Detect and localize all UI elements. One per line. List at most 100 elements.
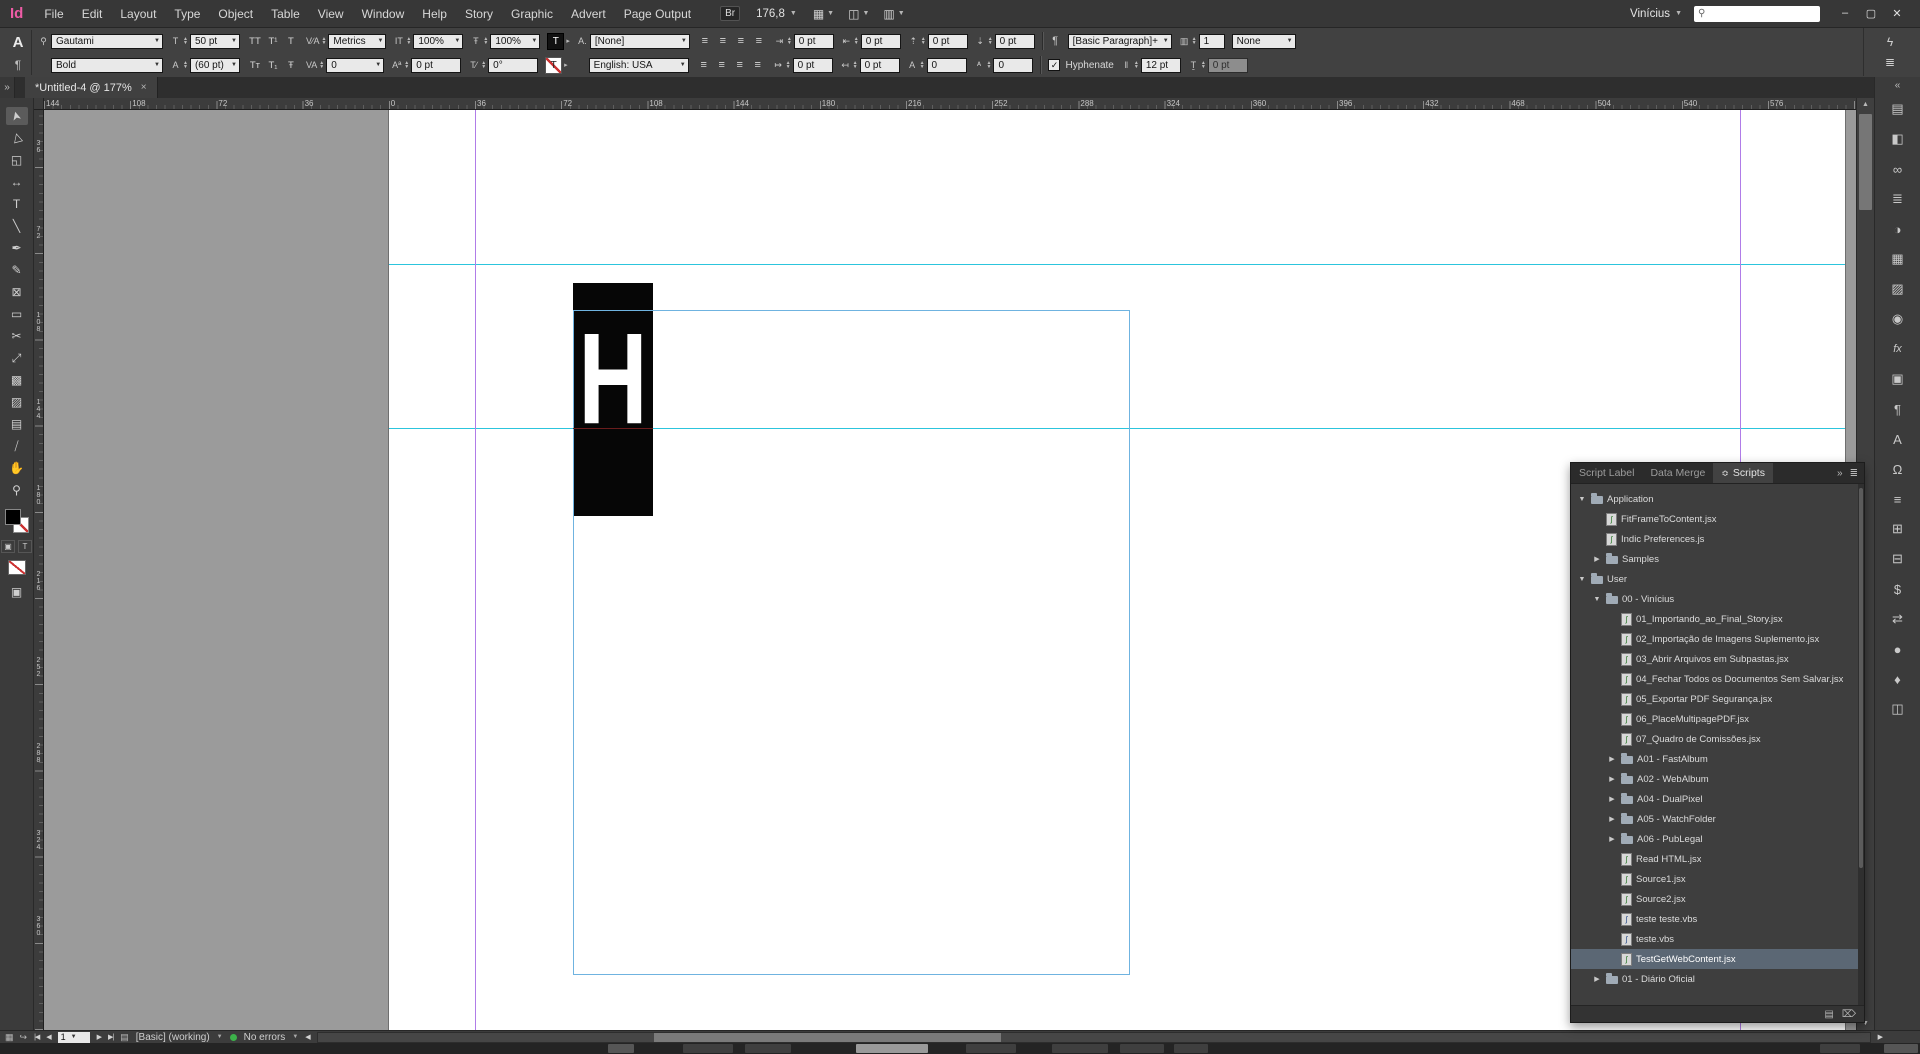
menu-page-output[interactable]: Page Output: [615, 0, 700, 28]
previous-page-button[interactable]: ◀: [46, 1033, 51, 1041]
cell-styles-panel-icon[interactable]: ⊟: [1883, 546, 1913, 572]
taskbar-button-2[interactable]: [745, 1044, 791, 1053]
expander-icon[interactable]: ▶: [1607, 775, 1617, 783]
data-merge-panel-icon[interactable]: ⇄: [1883, 606, 1913, 632]
paragraph-align-button-3[interactable]: ≡: [751, 33, 767, 49]
tree-item[interactable]: ʃ 05_Exportar PDF Segurança.jsx: [1571, 689, 1858, 709]
object-styles-panel-icon[interactable]: ▣: [1883, 366, 1913, 392]
scissors-tool[interactable]: ✂: [6, 327, 28, 345]
expander-icon[interactable]: ▶: [1607, 755, 1617, 763]
menu-type[interactable]: Type: [165, 0, 209, 28]
paragraph-align-button-0[interactable]: ≡: [697, 33, 713, 49]
paragraph-align-button-2[interactable]: ≡: [733, 33, 749, 49]
scroll-right-button[interactable]: ▶: [1878, 1033, 1883, 1041]
menu-advert[interactable]: Advert: [562, 0, 615, 28]
scroll-left-button[interactable]: ◀: [305, 1033, 310, 1041]
menu-help[interactable]: Help: [413, 0, 456, 28]
menu-object[interactable]: Object: [209, 0, 262, 28]
left-dock-expand-icon[interactable]: »: [0, 77, 15, 98]
last-line-indent-field[interactable]: 0 pt: [859, 57, 900, 73]
baseline-grid-field-stepper[interactable]: ▲ ▼: [1201, 61, 1206, 70]
tree-item[interactable]: ▶ 01 - Diário Oficial: [1571, 969, 1858, 989]
position-button-1[interactable]: T₁: [265, 57, 281, 73]
first-line-indent-field-stepper[interactable]: ▲ ▼: [786, 61, 791, 70]
kerning-select-stepper[interactable]: ▲ ▼: [321, 37, 326, 46]
space-after-field[interactable]: 0 pt: [994, 33, 1035, 49]
menu-layout[interactable]: Layout: [111, 0, 165, 28]
quick-apply-icon[interactable]: ϟ: [1887, 35, 1893, 49]
taskbar-button-5[interactable]: [1052, 1044, 1108, 1053]
taskbar-button-9[interactable]: [1884, 1044, 1918, 1053]
tab-data-merge[interactable]: Data Merge: [1642, 463, 1713, 483]
tags-panel-icon[interactable]: ♦: [1883, 666, 1913, 692]
text-stroke-color-button[interactable]: T ▸: [545, 56, 568, 74]
search-input[interactable]: [1709, 7, 1816, 20]
tree-item[interactable]: ʃ 06_PlaceMultipagePDF.jsx: [1571, 709, 1858, 729]
selection-tool[interactable]: ➤: [5, 107, 28, 125]
expander-icon[interactable]: ▶: [1607, 835, 1617, 843]
pages-panel-icon[interactable]: ▤: [1883, 96, 1913, 122]
menu-view[interactable]: View: [309, 0, 353, 28]
skew-field[interactable]: 0°: [488, 57, 539, 73]
arrange-documents-button[interactable]: ▥ ▼: [883, 7, 904, 21]
minimize-button[interactable]: –: [1832, 7, 1858, 20]
preflight-status-text[interactable]: No errors: [244, 1032, 286, 1043]
close-button[interactable]: ✕: [1884, 7, 1910, 20]
screen-mode-button[interactable]: ▣: [6, 583, 28, 601]
space-before-field-stepper[interactable]: ▲ ▼: [921, 37, 926, 46]
paragraph-align-button-1[interactable]: ≡: [715, 33, 731, 49]
direct-selection-tool[interactable]: ▷: [6, 129, 28, 147]
vertical-scale-field-stepper[interactable]: ▲ ▼: [406, 37, 411, 46]
fill-swatch[interactable]: [4, 509, 21, 525]
tree-item[interactable]: ▶ A05 - WatchFolder: [1571, 809, 1858, 829]
fill-color-swatch-icon[interactable]: T: [547, 32, 565, 50]
glyphs-panel-icon[interactable]: Ω: [1883, 456, 1913, 482]
expander-icon[interactable]: ▼: [1577, 576, 1587, 583]
info-panel-icon[interactable]: ◫: [1883, 696, 1913, 722]
document-tab[interactable]: *Untitled-4 @ 177% ×: [25, 77, 158, 98]
hand-tool[interactable]: ✋: [6, 459, 28, 477]
space-before-field[interactable]: 0 pt: [927, 33, 968, 49]
space-after-field-stepper[interactable]: ▲ ▼: [988, 37, 993, 46]
page-tool[interactable]: ◱: [6, 151, 28, 169]
right-indent-field-stepper[interactable]: ▲ ▼: [854, 37, 859, 46]
gap-tool[interactable]: ↔: [6, 173, 28, 191]
leading-field-stepper[interactable]: ▲ ▼: [183, 61, 188, 70]
right-dock-expand-icon[interactable]: «: [1895, 80, 1901, 96]
tree-item[interactable]: ʃ 01_Importando_ao_Final_Story.jsx: [1571, 609, 1858, 629]
columns-field[interactable]: 1: [1198, 33, 1225, 49]
swatches-panel-icon[interactable]: ▦: [1883, 246, 1913, 272]
vertical-scale-field[interactable]: 100% ▼: [413, 33, 464, 49]
bridge-button[interactable]: Br: [720, 6, 741, 21]
tree-item[interactable]: ʃ 02_Importação de Imagens Suplemento.jsx: [1571, 629, 1858, 649]
table-panel-icon[interactable]: ⊞: [1883, 516, 1913, 542]
tracking-field[interactable]: 0 ▼: [326, 57, 385, 73]
export-icon[interactable]: ↪: [20, 1032, 28, 1043]
character-style-select[interactable]: [None] ▼: [589, 33, 690, 49]
tree-item[interactable]: ▶ A06 - PubLegal: [1571, 829, 1858, 849]
tree-item[interactable]: ʃ 04_Fechar Todos os Documentos Sem Salva…: [1571, 669, 1858, 689]
vertical-scrollbar-thumb[interactable]: [1859, 114, 1872, 210]
baseline-shift-field-stepper[interactable]: ▲ ▼: [404, 61, 409, 70]
free-transform-tool[interactable]: ⤢: [6, 349, 28, 367]
control-panel-menu-icon[interactable]: ≣: [1885, 55, 1895, 69]
ruler-corner[interactable]: [34, 98, 44, 110]
expander-icon[interactable]: ▼: [1577, 496, 1587, 503]
last-line-indent-field-stepper[interactable]: ▲ ▼: [853, 61, 858, 70]
character-formatting-icon[interactable]: A: [13, 34, 24, 51]
taskbar-button-3[interactable]: [856, 1044, 928, 1053]
menu-file[interactable]: File: [35, 0, 72, 28]
tab-scripts[interactable]: ≎ Scripts: [1713, 463, 1773, 483]
character-styles-panel-icon[interactable]: A: [1883, 426, 1913, 452]
justify-align-button-0[interactable]: ≡: [696, 57, 712, 73]
tree-item[interactable]: ▼ User: [1571, 569, 1858, 589]
tree-item[interactable]: ʃ teste teste.vbs: [1571, 909, 1858, 929]
expander-icon[interactable]: ▶: [1607, 815, 1617, 823]
pencil-tool[interactable]: ✎: [6, 261, 28, 279]
tree-item[interactable]: ʃ Indic Preferences.js: [1571, 529, 1858, 549]
tree-item[interactable]: ▼ Application: [1571, 489, 1858, 509]
page-number-field[interactable]: 1 ▼: [57, 1031, 90, 1043]
tree-item[interactable]: ▶ Samples: [1571, 549, 1858, 569]
preflight-profile[interactable]: [Basic] (working): [136, 1032, 210, 1043]
tree-item[interactable]: ʃ FitFrameToContent.jsx: [1571, 509, 1858, 529]
